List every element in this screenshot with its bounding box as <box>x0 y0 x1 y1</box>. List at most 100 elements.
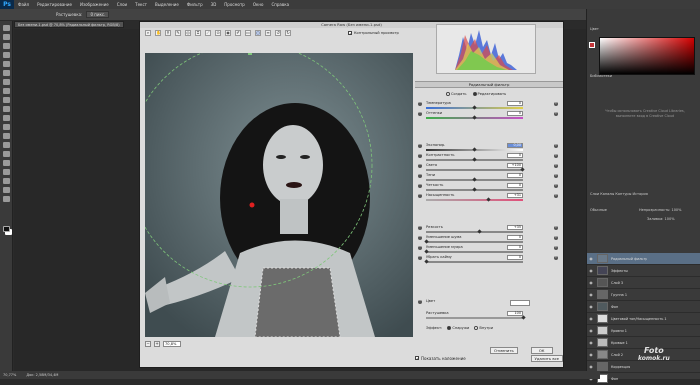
plus-icon[interactable]: + <box>554 183 558 188</box>
effect-inside[interactable]: Внутри <box>474 326 493 330</box>
menu-edit[interactable]: Редактирование <box>33 2 76 7</box>
minus-icon[interactable]: − <box>418 245 422 250</box>
overlay-toggle[interactable]: ✓ Показать наложение <box>415 356 466 361</box>
eye-icon[interactable]: ◉ <box>587 292 595 297</box>
crop-tool-icon[interactable] <box>3 61 10 67</box>
eye-icon[interactable]: ◉ <box>587 328 595 333</box>
slider-value[interactable]: 0 <box>507 111 523 116</box>
color-swatch[interactable] <box>510 300 530 306</box>
menu-window[interactable]: Окно <box>249 2 268 7</box>
eye-icon[interactable]: ◉ <box>587 364 595 369</box>
minus-icon[interactable]: − <box>418 193 422 198</box>
minus-icon[interactable]: − <box>418 183 422 188</box>
menu-select[interactable]: Выделение <box>151 2 183 7</box>
type-tool-icon[interactable] <box>3 160 10 166</box>
current-color-swatch[interactable] <box>589 42 595 48</box>
rotate-right-icon[interactable]: ↻ <box>285 30 291 36</box>
effect-outside[interactable]: Снаружи <box>447 326 469 330</box>
target-adjust-icon[interactable]: ◎ <box>185 30 191 36</box>
blend-mode-select[interactable]: Обычные <box>590 207 607 213</box>
eye-icon[interactable]: ◉ <box>587 352 595 357</box>
pen-tool-icon[interactable] <box>3 151 10 157</box>
minus-icon[interactable]: − <box>418 153 422 158</box>
plus-icon[interactable]: + <box>554 255 558 260</box>
preview-toggle[interactable]: ✓ Контрольный просмотр <box>348 31 399 36</box>
layer-row[interactable]: ◉Фон <box>587 301 700 313</box>
eye-icon[interactable]: ◉ <box>587 304 595 309</box>
slider-thumb[interactable] <box>520 167 525 172</box>
feather-track[interactable] <box>426 317 523 319</box>
slider-value[interactable]: 0 <box>507 183 523 188</box>
fill-field[interactable]: Заливка: 100% <box>647 216 675 222</box>
layer-row[interactable]: ◉ Эффекты <box>587 265 700 277</box>
minus-icon[interactable]: − <box>418 111 422 116</box>
spot-removal-icon[interactable]: ⊙ <box>215 30 221 36</box>
lasso-tool-icon[interactable] <box>3 43 10 49</box>
opacity-field[interactable]: Непрозрачность: 100% <box>639 207 682 213</box>
minus-icon[interactable]: − <box>418 163 422 168</box>
slider-track[interactable] <box>426 251 523 253</box>
adjustment-brush-icon[interactable]: ✐ <box>235 30 241 36</box>
preview-image[interactable] <box>145 53 413 337</box>
foreground-color-swatch[interactable] <box>3 226 10 232</box>
plus-icon[interactable]: + <box>554 235 558 240</box>
zoom-icon[interactable]: ⌕ <box>145 30 151 36</box>
slider-value[interactable]: 0 <box>507 245 523 250</box>
history-brush-tool-icon[interactable] <box>3 106 10 112</box>
plus-icon[interactable]: + <box>554 193 558 198</box>
slider-value[interactable]: +35 <box>507 225 523 230</box>
plus-icon[interactable]: + <box>554 173 558 178</box>
color-minus-icon[interactable]: − <box>418 299 422 304</box>
minus-icon[interactable]: − <box>418 173 422 178</box>
preferences-icon[interactable]: ≡ <box>265 30 271 36</box>
feather-value[interactable]: 100 <box>507 311 523 316</box>
eyedropper-tool-icon[interactable] <box>3 70 10 76</box>
eye-icon[interactable]: ◉ <box>587 256 595 261</box>
menu-layers[interactable]: Слои <box>113 2 131 7</box>
overlay-checkbox[interactable]: ✓ <box>415 356 419 361</box>
slider-value[interactable]: 0 <box>507 235 523 240</box>
color-sampler-icon[interactable]: ✎ <box>175 30 181 36</box>
menu-image[interactable]: Изображение <box>76 2 113 7</box>
plus-icon[interactable]: + <box>554 225 558 230</box>
marquee-tool-icon[interactable] <box>3 34 10 40</box>
minus-icon[interactable]: − <box>418 235 422 240</box>
slider-track[interactable] <box>426 199 523 201</box>
radial-filter-icon[interactable]: ○ <box>255 30 261 36</box>
slider-value[interactable]: +31 <box>507 193 523 198</box>
slider-track[interactable] <box>426 169 523 171</box>
healing-tool-icon[interactable] <box>3 79 10 85</box>
slider-value[interactable]: 0 <box>507 101 523 106</box>
slider-track[interactable] <box>426 261 523 263</box>
mode-edit[interactable]: Редактировать <box>472 92 506 96</box>
move-tool-icon[interactable] <box>3 25 10 31</box>
zoom-in-button[interactable]: + <box>154 341 160 347</box>
effect-inside-radio[interactable] <box>474 326 479 330</box>
red-eye-icon[interactable]: ◉ <box>225 30 231 36</box>
hand-tool-icon[interactable] <box>3 187 10 193</box>
graduated-filter-icon[interactable]: ▭ <box>245 30 251 36</box>
color-panel-tab[interactable]: Цвет <box>590 26 599 32</box>
slider-value[interactable]: 0 <box>507 255 523 260</box>
layer-row[interactable]: ◉ Цветовой тон/Насыщенность 1 <box>587 313 700 325</box>
slider-track[interactable] <box>426 231 523 233</box>
stamp-tool-icon[interactable] <box>3 97 10 103</box>
color-picker[interactable] <box>599 37 695 75</box>
eye-icon[interactable]: ◉ <box>587 316 595 321</box>
layer-row[interactable]: ◉Фон <box>587 373 700 385</box>
status-zoom[interactable]: 70,77% <box>3 373 16 377</box>
plus-icon[interactable]: + <box>554 111 558 116</box>
plus-icon[interactable]: + <box>554 163 558 168</box>
minus-icon[interactable]: − <box>418 143 422 148</box>
slider-value[interactable]: 0 <box>507 153 523 158</box>
quick-select-tool-icon[interactable] <box>3 52 10 58</box>
brush-tool-icon[interactable] <box>3 88 10 94</box>
plus-icon[interactable]: + <box>554 143 558 148</box>
menu-help[interactable]: Справка <box>267 2 293 7</box>
layer-row[interactable]: ◉ Слой 3 <box>587 277 700 289</box>
slider-value[interactable]: 0 <box>507 173 523 178</box>
path-select-tool-icon[interactable] <box>3 169 10 175</box>
slider-track[interactable] <box>426 241 523 243</box>
feather-thumb[interactable] <box>521 315 526 320</box>
layers-panel-tabs[interactable]: Слои Каналы Контуры История <box>590 191 648 197</box>
